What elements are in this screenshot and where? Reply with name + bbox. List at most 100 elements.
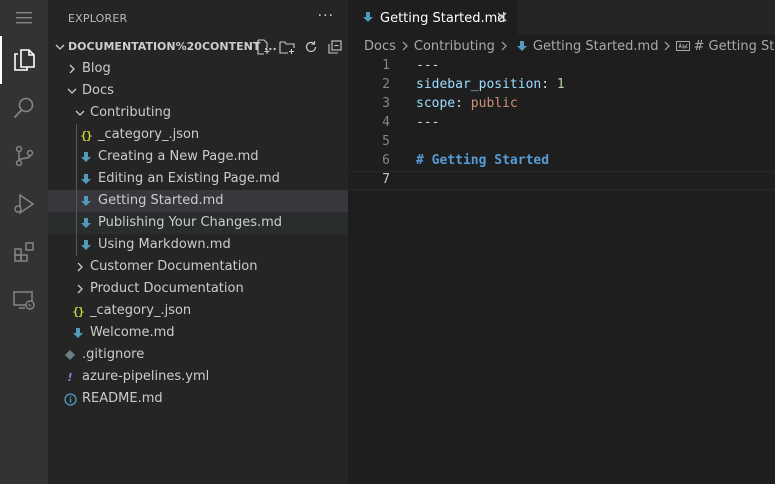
run-debug-icon[interactable] (0, 180, 48, 228)
line-text: sidebar_position: 1 (416, 77, 565, 92)
chevron-right-icon (72, 281, 88, 301)
indent-guide (76, 146, 77, 168)
tree-item-label: Welcome.md (90, 325, 175, 340)
file-tree: Blog Docs Contributing {} _category_.jso… (48, 58, 348, 410)
code-line[interactable]: 4 --- (348, 114, 775, 133)
tree-item-label: Contributing (90, 105, 172, 120)
tree-folder-blog[interactable]: Blog (48, 58, 348, 80)
line-number: 7 (382, 172, 390, 187)
tree-item-label: Creating a New Page.md (98, 149, 259, 164)
line-text: --- (416, 115, 439, 130)
tree-file-readme[interactable]: README.md (48, 388, 348, 410)
code-token: 1 (556, 77, 565, 92)
new-folder-icon[interactable] (278, 38, 296, 56)
tree-item-label: Customer Documentation (90, 259, 258, 274)
indent-guide (76, 234, 77, 256)
tree-file-creating-new-page[interactable]: Creating a New Page.md (48, 146, 348, 168)
code-token: # Getting Started (416, 153, 550, 168)
tree-folder-product-documentation[interactable]: Product Documentation (48, 278, 348, 300)
line-number: 4 (382, 115, 390, 130)
tree-item-label: Blog (82, 61, 111, 76)
breadcrumb: Docs Contributing Getting Started.md # G… (348, 35, 775, 57)
extensions-icon[interactable] (0, 228, 48, 276)
markdown-file-icon (79, 149, 93, 165)
string-symbol-icon (676, 40, 691, 52)
menu-icon[interactable] (0, 0, 48, 36)
chevron-right-icon (661, 40, 673, 52)
line-number: 6 (382, 153, 390, 168)
tree-item-label: Product Documentation (90, 281, 244, 296)
tree-folder-contributing[interactable]: Contributing (48, 102, 348, 124)
new-file-icon[interactable] (254, 38, 272, 56)
editor-area: Getting Started.md Docs Contributing Get… (348, 0, 775, 484)
tree-folder-docs[interactable]: Docs (48, 80, 348, 102)
breadcrumb-symbol[interactable]: # Getting Started (676, 39, 775, 54)
markdown-file-icon (516, 40, 528, 52)
line-number: 2 (382, 77, 390, 92)
code-line[interactable]: 2 sidebar_position: 1 (348, 76, 775, 95)
line-number: 1 (382, 58, 390, 73)
breadcrumb-contributing[interactable]: Contributing (414, 39, 495, 54)
files-icon[interactable] (0, 36, 48, 84)
tree-file-using-markdown[interactable]: Using Markdown.md (48, 234, 348, 256)
tree-file-azure-pipelines[interactable]: ! azure-pipelines.yml (48, 366, 348, 388)
close-icon[interactable] (496, 11, 508, 27)
tab-getting-started[interactable]: Getting Started.md (348, 0, 518, 35)
code-line[interactable]: 6 # Getting Started (348, 152, 775, 171)
source-control-icon[interactable] (0, 132, 48, 180)
breadcrumb-file[interactable]: Getting Started.md (513, 39, 658, 54)
indent-guide (76, 190, 77, 212)
tree-file-publishing-changes[interactable]: Publishing Your Changes.md (48, 212, 348, 234)
indent-guide (76, 168, 77, 190)
code-token: --- (416, 58, 440, 73)
code-token: sidebar_position (416, 77, 542, 92)
tree-file-gitignore[interactable]: .gitignore (48, 344, 348, 366)
tree-item-label: README.md (82, 391, 163, 406)
chevron-right-icon (498, 40, 510, 52)
tree-item-label: _category_.json (98, 127, 200, 142)
tree-file-category-json[interactable]: {} _category_.json (48, 124, 348, 146)
indent-guide (76, 212, 77, 234)
line-number: 3 (382, 96, 390, 111)
code-token: --- (416, 115, 440, 130)
remote-explorer-icon[interactable] (0, 276, 48, 324)
line-number: 5 (382, 134, 390, 149)
chevron-right-icon (64, 61, 80, 81)
sidebar-title: EXPLORER (68, 11, 128, 25)
code-line[interactable]: 5 (348, 133, 775, 152)
info-icon (63, 391, 77, 407)
explorer-sidebar: EXPLORER ··· DOCUMENTATION%20CONTENT ... (48, 0, 348, 484)
indent-guide (76, 124, 77, 146)
tree-file-getting-started[interactable]: Getting Started.md (48, 190, 348, 212)
collapse-all-icon[interactable] (326, 38, 344, 56)
tree-item-label: Editing an Existing Page.md (98, 171, 280, 186)
line-text: # Getting Started (416, 153, 549, 168)
code-token: scope (416, 96, 456, 111)
breadcrumb-symbol-label: # Getting Started (693, 38, 775, 54)
workspace-title: DOCUMENTATION%20CONTENT ... (68, 40, 277, 53)
tree-file-category-json[interactable]: {} _category_.json (48, 300, 348, 322)
tree-file-welcome[interactable]: Welcome.md (48, 322, 348, 344)
more-actions-icon[interactable]: ··· (318, 8, 334, 24)
chevron-right-icon (399, 40, 411, 52)
json-file-icon: {} (80, 128, 92, 142)
code-line[interactable]: 7 (348, 171, 775, 190)
chevron-right-icon (72, 259, 88, 279)
tab-label: Getting Started.md (380, 11, 506, 26)
code-editor[interactable]: 1 --- 2 sidebar_position: 1 3 scope: public 4 -… (348, 57, 775, 190)
tree-folder-customer-documentation[interactable]: Customer Documentation (48, 256, 348, 278)
refresh-icon[interactable] (302, 38, 320, 56)
tree-file-editing-existing-page[interactable]: Editing an Existing Page.md (48, 168, 348, 190)
code-line[interactable]: 1 --- (348, 57, 775, 76)
markdown-file-icon (79, 237, 93, 253)
code-line[interactable]: 3 scope: public (348, 95, 775, 114)
activity-bar (0, 0, 48, 484)
workspace-section-header[interactable]: DOCUMENTATION%20CONTENT ... (48, 36, 348, 58)
tree-item-label: Using Markdown.md (98, 237, 231, 252)
vscode-window: EXPLORER ··· DOCUMENTATION%20CONTENT ... (0, 0, 775, 484)
search-icon[interactable] (0, 84, 48, 132)
breadcrumb-docs[interactable]: Docs (364, 39, 396, 54)
line-text: scope: public (416, 96, 518, 111)
tree-item-label: Docs (82, 83, 114, 98)
markdown-file-icon (362, 11, 374, 27)
